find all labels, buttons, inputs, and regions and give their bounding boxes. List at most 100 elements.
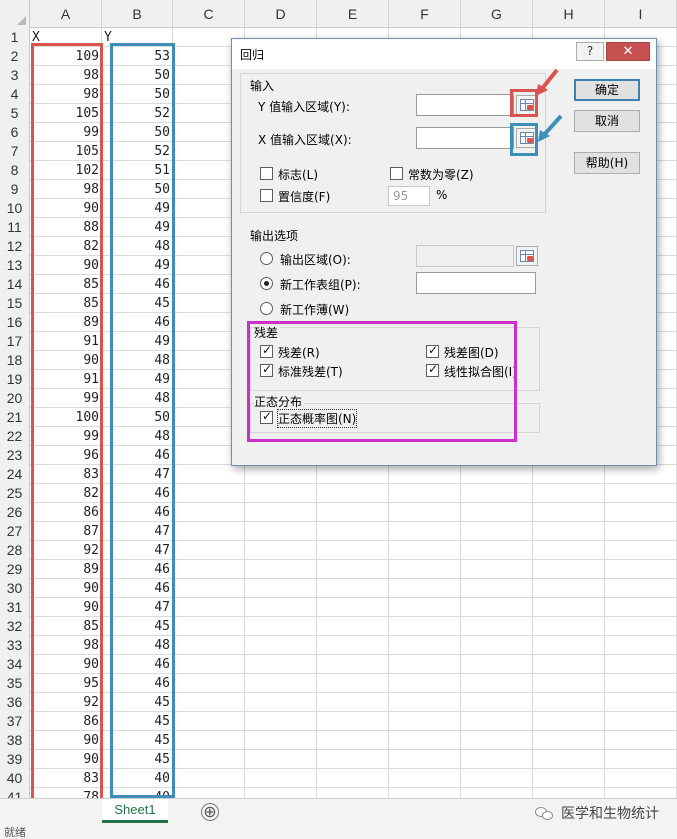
x-range-input[interactable] <box>416 127 514 149</box>
cell-y[interactable]: 49 <box>102 332 173 351</box>
new-ply-input[interactable] <box>416 272 536 294</box>
x-range-ref-button[interactable] <box>516 128 538 148</box>
column-header-g[interactable]: G <box>461 0 533 28</box>
cell-y[interactable]: 45 <box>102 617 173 636</box>
row-header[interactable]: 14 <box>0 275 30 294</box>
cell-x[interactable]: 90 <box>30 598 102 617</box>
cell-x[interactable]: 90 <box>30 579 102 598</box>
cell-y[interactable]: 50 <box>102 408 173 427</box>
column-header-i[interactable]: I <box>605 0 677 28</box>
sheet-tab-sheet1[interactable]: Sheet1 <box>102 799 168 823</box>
cell-y[interactable]: 49 <box>102 218 173 237</box>
labels-checkbox[interactable] <box>260 167 273 180</box>
output-range-radio[interactable] <box>260 252 273 265</box>
row-header[interactable]: 19 <box>0 370 30 389</box>
new-workbook-radio[interactable] <box>260 302 273 315</box>
cell-x[interactable]: 95 <box>30 674 102 693</box>
normal-plot-checkbox[interactable] <box>260 409 273 424</box>
row-header[interactable]: 6 <box>0 123 30 142</box>
const-zero-checkbox[interactable] <box>390 167 403 180</box>
row-header[interactable]: 16 <box>0 313 30 332</box>
cell-x[interactable]: 89 <box>30 560 102 579</box>
cell-y[interactable]: 50 <box>102 123 173 142</box>
select-all-corner[interactable] <box>0 0 30 28</box>
dialog-titlebar[interactable]: 回归 ? ✕ <box>232 39 656 69</box>
row-header[interactable]: 36 <box>0 693 30 712</box>
row-header[interactable]: 18 <box>0 351 30 370</box>
cell-y[interactable]: 46 <box>102 674 173 693</box>
cell-x[interactable]: 85 <box>30 617 102 636</box>
cell-x[interactable]: 89 <box>30 313 102 332</box>
cell-x[interactable]: 91 <box>30 370 102 389</box>
cell-x[interactable]: 86 <box>30 503 102 522</box>
cell-x[interactable]: 98 <box>30 180 102 199</box>
help-button[interactable]: 帮助(H) <box>574 152 640 174</box>
cell-y[interactable]: 53 <box>102 47 173 66</box>
cell-y[interactable]: 48 <box>102 237 173 256</box>
cell-y[interactable]: 48 <box>102 389 173 408</box>
cell-y[interactable]: 46 <box>102 579 173 598</box>
cell-x[interactable]: 88 <box>30 218 102 237</box>
row-header[interactable]: 34 <box>0 655 30 674</box>
cell-y[interactable]: 46 <box>102 655 173 674</box>
row-header[interactable]: 10 <box>0 199 30 218</box>
confidence-level-input[interactable]: 95 <box>388 186 430 206</box>
cell-y[interactable]: 40 <box>102 769 173 788</box>
row-header[interactable]: 21 <box>0 408 30 427</box>
cell-x[interactable]: 99 <box>30 427 102 446</box>
cell-y[interactable]: 50 <box>102 85 173 104</box>
cell-x[interactable]: 90 <box>30 655 102 674</box>
line-fit-checkbox[interactable] <box>426 362 439 377</box>
row-header[interactable]: 1 <box>0 28 30 47</box>
output-range-ref-button[interactable] <box>516 246 538 266</box>
y-range-ref-button[interactable] <box>516 95 538 115</box>
row-header[interactable]: 40 <box>0 769 30 788</box>
column-header-f[interactable]: F <box>389 0 461 28</box>
cell-y[interactable]: 46 <box>102 446 173 465</box>
row-header[interactable]: 33 <box>0 636 30 655</box>
cell-x[interactable]: 98 <box>30 66 102 85</box>
cell-x[interactable]: 85 <box>30 275 102 294</box>
cell-y[interactable]: Y <box>102 28 173 47</box>
cell-x[interactable]: 92 <box>30 693 102 712</box>
cell-y[interactable]: 46 <box>102 313 173 332</box>
cell-y[interactable]: 49 <box>102 256 173 275</box>
row-header[interactable]: 31 <box>0 598 30 617</box>
cell-x[interactable]: 90 <box>30 351 102 370</box>
row-header[interactable]: 28 <box>0 541 30 560</box>
row-header[interactable]: 32 <box>0 617 30 636</box>
residual-plots-checkbox[interactable] <box>426 343 439 358</box>
cell-y[interactable]: 48 <box>102 636 173 655</box>
row-header[interactable]: 39 <box>0 750 30 769</box>
confidence-checkbox[interactable] <box>260 189 273 202</box>
row-header[interactable]: 23 <box>0 446 30 465</box>
row-header[interactable]: 9 <box>0 180 30 199</box>
cell-x[interactable]: 98 <box>30 636 102 655</box>
row-header[interactable]: 26 <box>0 503 30 522</box>
cell-y[interactable]: 45 <box>102 731 173 750</box>
close-button[interactable]: ✕ <box>606 42 650 61</box>
cell-x[interactable]: 100 <box>30 408 102 427</box>
cell-y[interactable]: 48 <box>102 351 173 370</box>
cell-x[interactable]: 90 <box>30 731 102 750</box>
row-header[interactable]: 4 <box>0 85 30 104</box>
cell-x[interactable]: 96 <box>30 446 102 465</box>
row-header[interactable]: 17 <box>0 332 30 351</box>
std-residuals-checkbox[interactable] <box>260 362 273 377</box>
cell-x[interactable]: 83 <box>30 769 102 788</box>
cell-x[interactable]: 86 <box>30 712 102 731</box>
new-ply-radio[interactable] <box>260 277 273 290</box>
row-header[interactable]: 24 <box>0 465 30 484</box>
row-header[interactable]: 20 <box>0 389 30 408</box>
cell-y[interactable]: 45 <box>102 693 173 712</box>
row-header[interactable]: 12 <box>0 237 30 256</box>
cell-x[interactable]: 90 <box>30 256 102 275</box>
cell-x[interactable]: 91 <box>30 332 102 351</box>
cell-x[interactable]: X <box>30 28 102 47</box>
cell-x[interactable]: 87 <box>30 522 102 541</box>
cell-x[interactable]: 109 <box>30 47 102 66</box>
row-header[interactable]: 37 <box>0 712 30 731</box>
row-header[interactable]: 2 <box>0 47 30 66</box>
column-header-b[interactable]: B <box>102 0 173 28</box>
cell-y[interactable]: 50 <box>102 180 173 199</box>
